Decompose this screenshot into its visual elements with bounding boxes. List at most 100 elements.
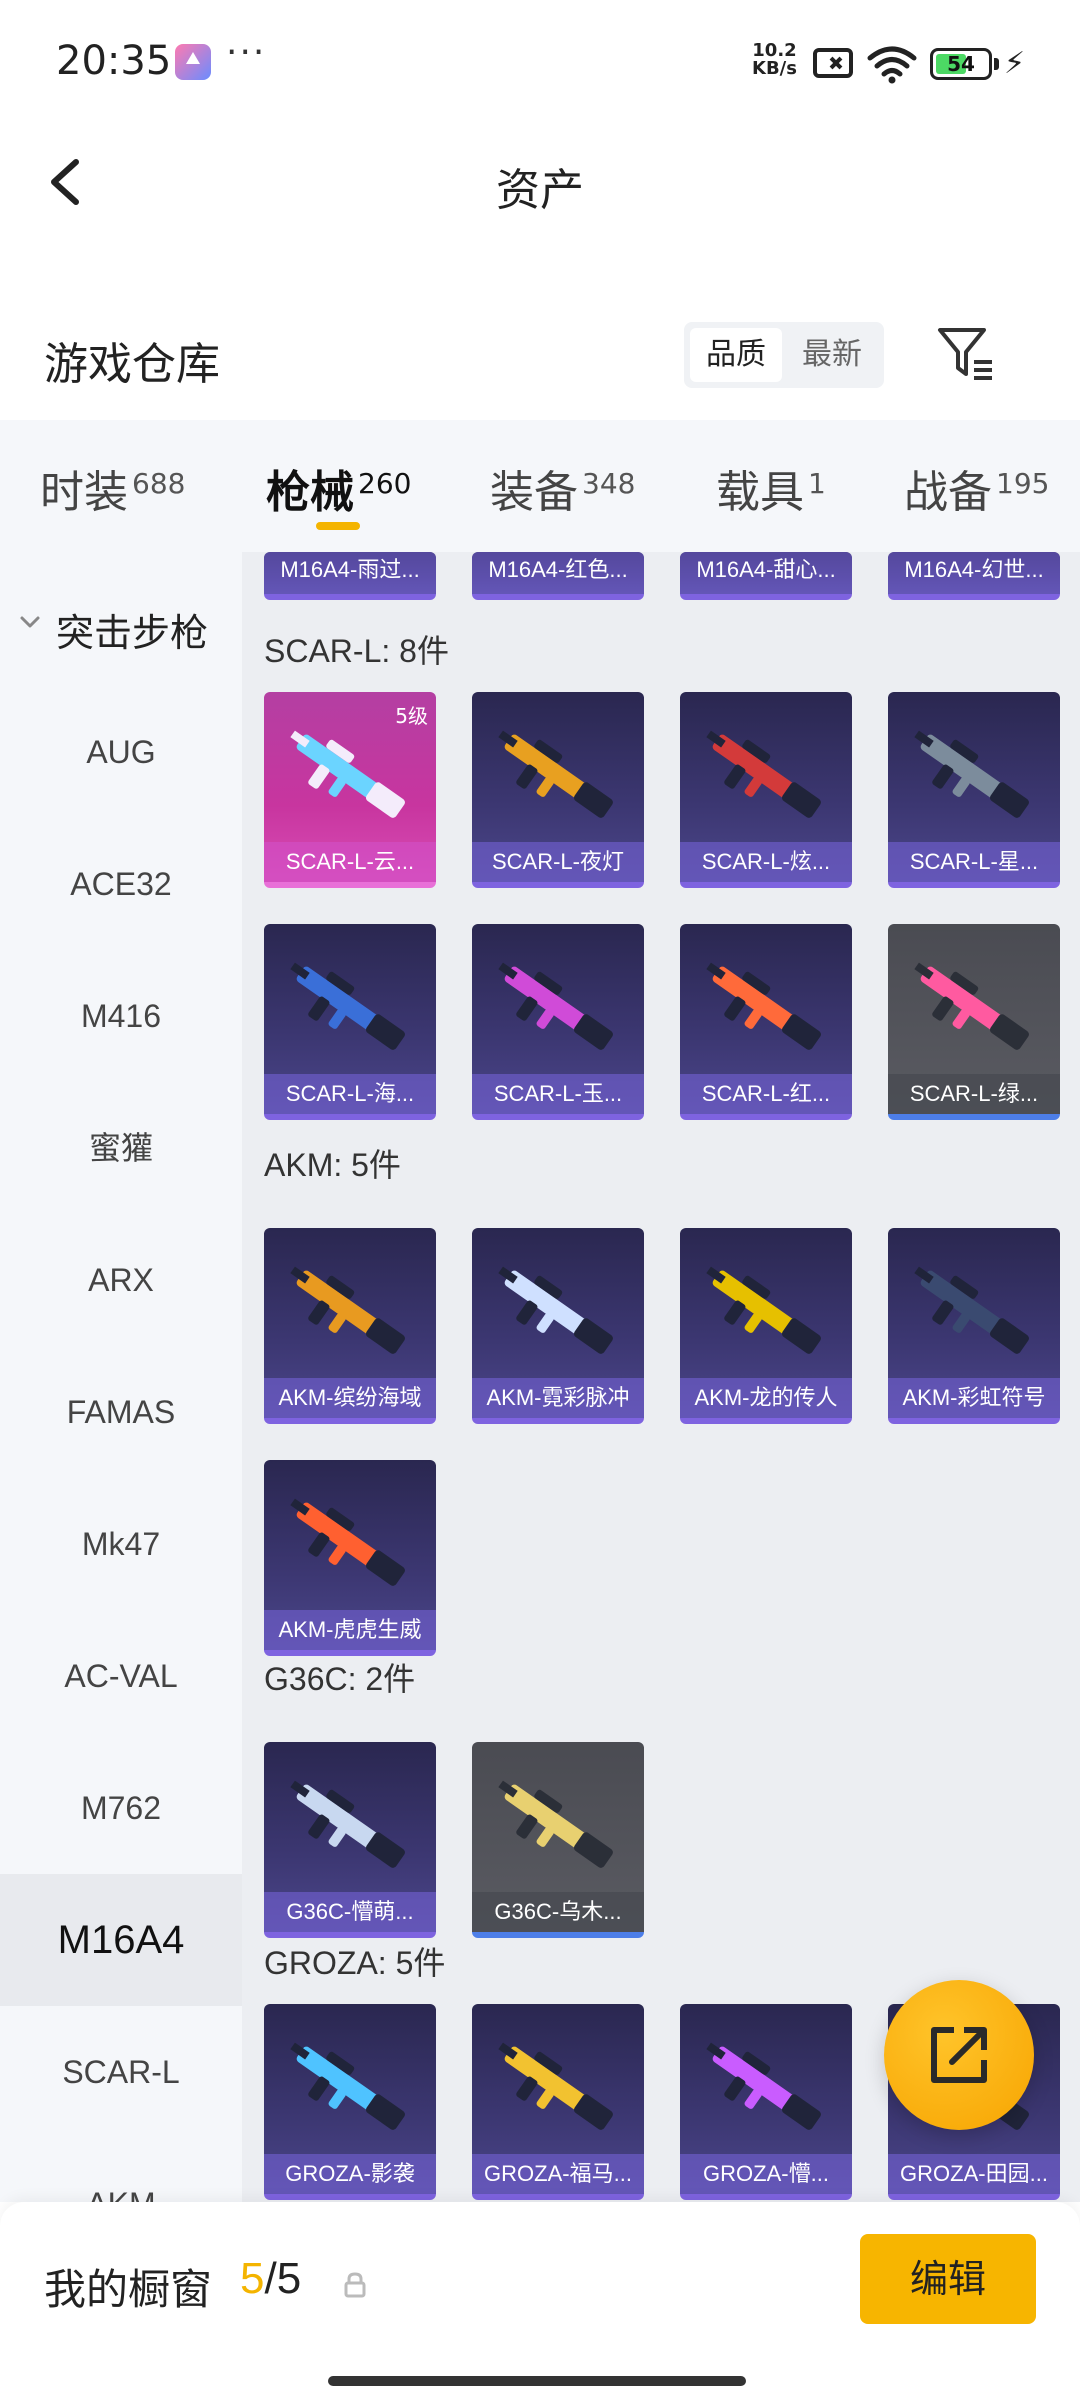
tab-label: 枪械 bbox=[266, 467, 354, 518]
weapon-card-name: AKM-虎虎生威 bbox=[264, 1610, 436, 1650]
weapon-card[interactable]: M16A4-雨过... bbox=[264, 552, 436, 600]
weapon-card-name: G36C-乌木... bbox=[472, 1892, 644, 1932]
tab-supplies[interactable]: 战备 195 bbox=[904, 456, 1049, 520]
weapon-card-name: SCAR-L-星... bbox=[888, 842, 1060, 882]
sort-toggle: 品质 最新 bbox=[684, 322, 884, 388]
weapon-card[interactable]: G36C-懵萌... bbox=[264, 1742, 436, 1938]
weapon-skin-image bbox=[498, 1780, 613, 1868]
tab-label: 装备 bbox=[490, 467, 578, 518]
sidebar-item-ac-val[interactable]: AC-VAL bbox=[0, 1610, 242, 1742]
weapon-card-name: AKM-彩虹符号 bbox=[888, 1378, 1060, 1418]
weapon-card-name: SCAR-L-玉... bbox=[472, 1074, 644, 1114]
lock-icon bbox=[344, 2272, 366, 2298]
weapon-card-name: M16A4-雨过... bbox=[264, 552, 436, 594]
weapon-card-name: M16A4-幻世... bbox=[888, 552, 1060, 594]
weapon-card[interactable]: M16A4-幻世... bbox=[888, 552, 1060, 600]
warehouse-title: 游戏仓库 bbox=[44, 339, 220, 390]
tab-count: 348 bbox=[582, 467, 636, 500]
weapon-card-name: GROZA-福马... bbox=[472, 2154, 644, 2194]
edit-button[interactable]: 编辑 bbox=[860, 2234, 1036, 2324]
weapon-card[interactable]: GROZA-福马... bbox=[472, 2004, 644, 2200]
status-bar: 20:35 ··· 10.2 KB/s 54 ⚡ bbox=[0, 0, 1080, 130]
weapon-card[interactable]: G36C-乌木... bbox=[472, 1742, 644, 1938]
weapon-card-name: M16A4-甜心... bbox=[680, 552, 852, 594]
weapon-card-name: AKM-缤纷海域 bbox=[264, 1378, 436, 1418]
weapon-card-name: SCAR-L-夜灯 bbox=[472, 842, 644, 882]
weapon-card-name: SCAR-L-绿... bbox=[888, 1074, 1060, 1114]
sidebar-item-scar-l[interactable]: SCAR-L bbox=[0, 2006, 242, 2138]
home-indicator bbox=[328, 2376, 746, 2386]
sort-quality-button[interactable]: 品质 bbox=[690, 328, 782, 382]
weapon-card[interactable]: SCAR-L-绿... bbox=[888, 924, 1060, 1120]
sidebar-item-m416[interactable]: M416 bbox=[0, 950, 242, 1082]
tab-firearms[interactable]: 枪械 260 bbox=[266, 456, 411, 520]
sidebar-item-akm[interactable]: AKM bbox=[0, 2138, 242, 2202]
category-tabs: 时装 688 枪械 260 装备 348 载具 1 战备 195 bbox=[0, 420, 1080, 552]
sidebar-item-honey-badger[interactable]: 蜜獾 bbox=[0, 1082, 242, 1214]
section-title-scar-l: SCAR-L: 8件 bbox=[264, 633, 449, 669]
showcase-label: 我的橱窗 bbox=[44, 2265, 213, 2314]
tab-fashion[interactable]: 时装 688 bbox=[40, 456, 185, 520]
sidebar-item-famas[interactable]: FAMAS bbox=[0, 1346, 242, 1478]
sim-disabled-icon bbox=[813, 48, 853, 78]
weapon-grid: SCAR-L: 8件 AKM: 5件 G36C: 2件 GROZA: 5件 M1… bbox=[242, 552, 1080, 2202]
weapon-card-name: AKM-龙的传人 bbox=[680, 1378, 852, 1418]
weapon-card[interactable]: GROZA-影袭 bbox=[264, 2004, 436, 2200]
weapon-skin-image bbox=[290, 962, 405, 1050]
weapon-card-name: SCAR-L-红... bbox=[680, 1074, 852, 1114]
weapon-card[interactable]: AKM-霓彩脉冲 bbox=[472, 1228, 644, 1424]
wifi-icon bbox=[867, 46, 917, 84]
weapon-skin-image bbox=[706, 962, 821, 1050]
weapon-skin-image bbox=[706, 2042, 821, 2130]
weapon-card-name: M16A4-红色... bbox=[472, 552, 644, 594]
network-speed-unit: KB/s bbox=[752, 58, 797, 79]
sidebar-item-mk47[interactable]: Mk47 bbox=[0, 1478, 242, 1610]
weapon-card[interactable]: AKM-缤纷海域 bbox=[264, 1228, 436, 1424]
tab-label: 战备 bbox=[904, 467, 992, 518]
tab-vehicles[interactable]: 载具 1 bbox=[716, 456, 826, 520]
tab-label: 载具 bbox=[716, 467, 804, 518]
weapon-card[interactable]: M16A4-红色... bbox=[472, 552, 644, 600]
tab-equipment[interactable]: 装备 348 bbox=[490, 456, 635, 520]
tab-count: 195 bbox=[996, 467, 1050, 500]
weapon-card[interactable]: SCAR-L-玉... bbox=[472, 924, 644, 1120]
filter-icon[interactable] bbox=[934, 322, 996, 386]
section-title-groza: GROZA: 5件 bbox=[264, 1945, 446, 1981]
showcase-separator: / bbox=[264, 2254, 277, 2303]
weapon-card[interactable]: AKM-彩虹符号 bbox=[888, 1228, 1060, 1424]
weapon-skin-image bbox=[914, 962, 1029, 1050]
showcase-current: 5 bbox=[240, 2254, 265, 2303]
weapon-card[interactable]: SCAR-L-夜灯 bbox=[472, 692, 644, 888]
weapon-card[interactable]: 5级 SCAR-L-云... bbox=[264, 692, 436, 888]
weapon-card[interactable]: SCAR-L-红... bbox=[680, 924, 852, 1120]
sidebar-item-ace32[interactable]: ACE32 bbox=[0, 818, 242, 950]
weapon-card[interactable]: GROZA-懵... bbox=[680, 2004, 852, 2200]
weapon-skin-image bbox=[290, 2042, 405, 2130]
section-title-g36c: G36C: 2件 bbox=[264, 1661, 416, 1697]
charging-icon: ⚡ bbox=[1004, 46, 1026, 81]
weapon-card[interactable]: SCAR-L-海... bbox=[264, 924, 436, 1120]
more-notifications-icon: ··· bbox=[226, 32, 267, 73]
showcase-max: 5 bbox=[276, 2254, 302, 2303]
network-speed: 10.2 KB/s bbox=[752, 42, 797, 78]
weapon-card[interactable]: SCAR-L-炫... bbox=[680, 692, 852, 888]
weapon-skin-image bbox=[498, 962, 613, 1050]
weapon-card[interactable]: AKM-龙的传人 bbox=[680, 1228, 852, 1424]
weapon-card-name: SCAR-L-海... bbox=[264, 1074, 436, 1114]
sidebar-group-assault-rifles[interactable]: 突击步枪 bbox=[0, 596, 242, 656]
sort-newest-button[interactable]: 最新 bbox=[786, 328, 878, 382]
sidebar-item-m762[interactable]: M762 bbox=[0, 1742, 242, 1874]
share-fab-button[interactable] bbox=[884, 1980, 1034, 2130]
weapon-card[interactable]: M16A4-甜心... bbox=[680, 552, 852, 600]
sidebar-item-m16a4[interactable]: M16A4 bbox=[0, 1874, 242, 2006]
chevron-down-icon bbox=[20, 616, 40, 628]
weapon-card[interactable]: AKM-虎虎生威 bbox=[264, 1460, 436, 1656]
sidebar-item-arx[interactable]: ARX bbox=[0, 1214, 242, 1346]
weapon-card[interactable]: SCAR-L-星... bbox=[888, 692, 1060, 888]
app-notification-icon bbox=[175, 44, 211, 80]
weapon-skin-image bbox=[914, 1266, 1029, 1354]
sidebar-item-aug[interactable]: AUG bbox=[0, 686, 242, 818]
weapon-skin-image bbox=[498, 1266, 613, 1354]
showcase-count: 5/5 bbox=[240, 2254, 301, 2304]
weapon-card-name: SCAR-L-炫... bbox=[680, 842, 852, 882]
